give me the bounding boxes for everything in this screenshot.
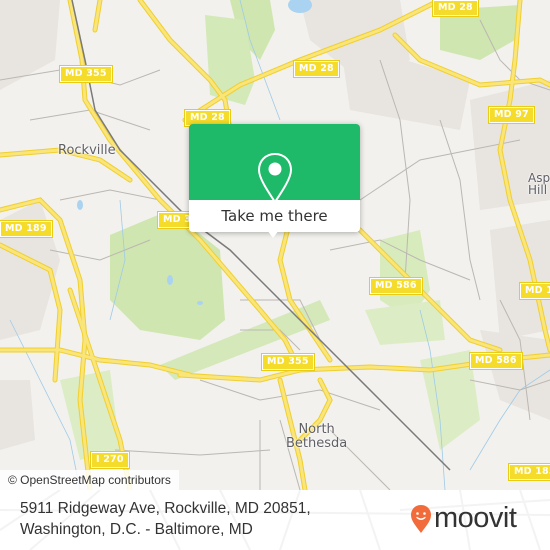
road-label-md189: MD 189 bbox=[0, 220, 53, 238]
road-label-md97: MD 97 bbox=[488, 106, 535, 124]
road-label-md355-north: MD 355 bbox=[59, 65, 113, 83]
place-label-north-bethesda: North Bethesda bbox=[286, 422, 348, 451]
address-line-1: 5911 Ridgeway Ave, Rockville, MD 20851, bbox=[20, 500, 311, 517]
address-text: 5911 Ridgeway Ave, Rockville, MD 20851, … bbox=[20, 498, 311, 540]
road-label-md1-right: MD 1 bbox=[518, 282, 550, 300]
place-label-aspen-hill: Aspen Hill bbox=[528, 171, 550, 197]
road-label-md586-center: MD 586 bbox=[369, 277, 423, 295]
popup-pointer bbox=[267, 230, 279, 238]
moovit-logo[interactable]: moovit bbox=[410, 502, 540, 536]
road-label-md28-top-right: MD 28 bbox=[432, 0, 479, 17]
take-me-there-button[interactable]: Take me there bbox=[189, 200, 360, 232]
road-label-md28-mid: MD 28 bbox=[293, 60, 340, 78]
popup-header bbox=[189, 124, 360, 204]
road-label-i270: I 270 bbox=[90, 451, 130, 469]
destination-popup: Take me there bbox=[189, 124, 360, 238]
place-label-rockville: Rockville bbox=[58, 143, 116, 158]
road-label-md355-south: MD 355 bbox=[261, 353, 315, 371]
footer: 5911 Ridgeway Ave, Rockville, MD 20851, … bbox=[0, 490, 550, 550]
road-label-md185: MD 185 bbox=[508, 463, 550, 481]
moovit-pin-icon bbox=[411, 505, 431, 533]
address-line-2: Washington, D.C. - Baltimore, MD bbox=[20, 521, 253, 538]
map-attribution[interactable]: © OpenStreetMap contributors bbox=[0, 470, 179, 490]
moovit-wordmark: moovit bbox=[434, 502, 517, 534]
map-view[interactable]: MD 355 MD 28 MD 28 MD 28 MD 97 MD 189 MD… bbox=[0, 0, 550, 490]
road-label-md586-right: MD 586 bbox=[469, 352, 523, 370]
